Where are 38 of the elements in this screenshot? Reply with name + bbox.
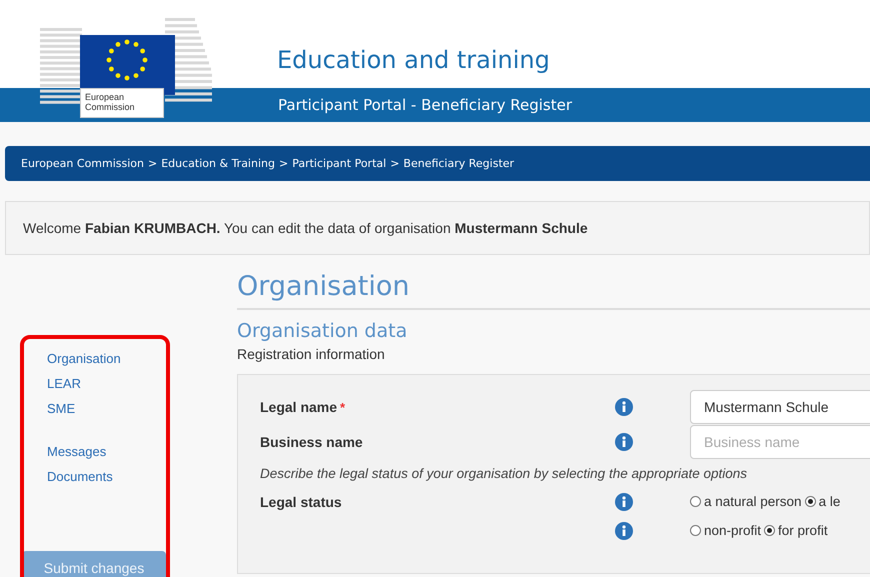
info-icon[interactable] — [615, 398, 633, 416]
logo-text: European Commission — [80, 88, 164, 118]
field-label: Business name — [260, 434, 364, 450]
separator-icon: > — [148, 157, 158, 170]
sidebar-link[interactable]: Documents — [47, 469, 170, 484]
radio-label: a le — [818, 494, 840, 509]
section-title: Organisation data — [237, 320, 408, 342]
separator-icon: > — [390, 157, 400, 170]
radio-label: for profit — [778, 523, 828, 538]
radio-button[interactable] — [764, 525, 776, 536]
sidebar-link[interactable]: Organisation — [47, 351, 170, 366]
info-icon[interactable] — [615, 522, 633, 540]
radio-label: a natural person — [704, 494, 802, 509]
separator-icon: > — [278, 157, 288, 170]
site-subtitle: Participant Portal - Beneficiary Register — [278, 96, 572, 114]
radio-button[interactable] — [690, 496, 701, 507]
field-label: Legal status — [260, 494, 342, 510]
text-input[interactable]: Business name — [690, 424, 870, 458]
breadcrumb-link[interactable]: Beneficiary Register — [403, 157, 514, 170]
breadcrumb-link[interactable]: Participant Portal — [292, 157, 386, 170]
sidebar-link[interactable]: Messages — [47, 444, 170, 459]
info-icon[interactable] — [615, 492, 633, 510]
subsection-title: Registration information — [237, 346, 386, 362]
sidebar-link[interactable]: SME — [47, 401, 170, 416]
sidebar-link[interactable]: LEAR — [47, 376, 170, 391]
radio-button[interactable] — [690, 525, 701, 536]
radio-button[interactable] — [804, 496, 816, 507]
required-mark: * — [340, 400, 346, 414]
hint-text: Describe the legal status of your organisation by selecting the appropriate options — [260, 464, 748, 483]
info-icon[interactable] — [615, 432, 633, 450]
welcome-text: Welcome Fabian KRUMBACH. You can edit the data of organisation Mustermann Schule — [23, 220, 588, 236]
breadcrumb-link[interactable]: European Commission — [21, 157, 144, 170]
field-label: Legal name * — [260, 398, 346, 414]
site-title: Education and training — [277, 46, 550, 74]
radio-label: non-profit — [704, 523, 762, 538]
text-input[interactable]: Mustermann Schule — [690, 390, 870, 424]
page-title: Organisation — [237, 271, 870, 310]
breadcrumb-link[interactable]: Education & Training — [161, 157, 275, 170]
